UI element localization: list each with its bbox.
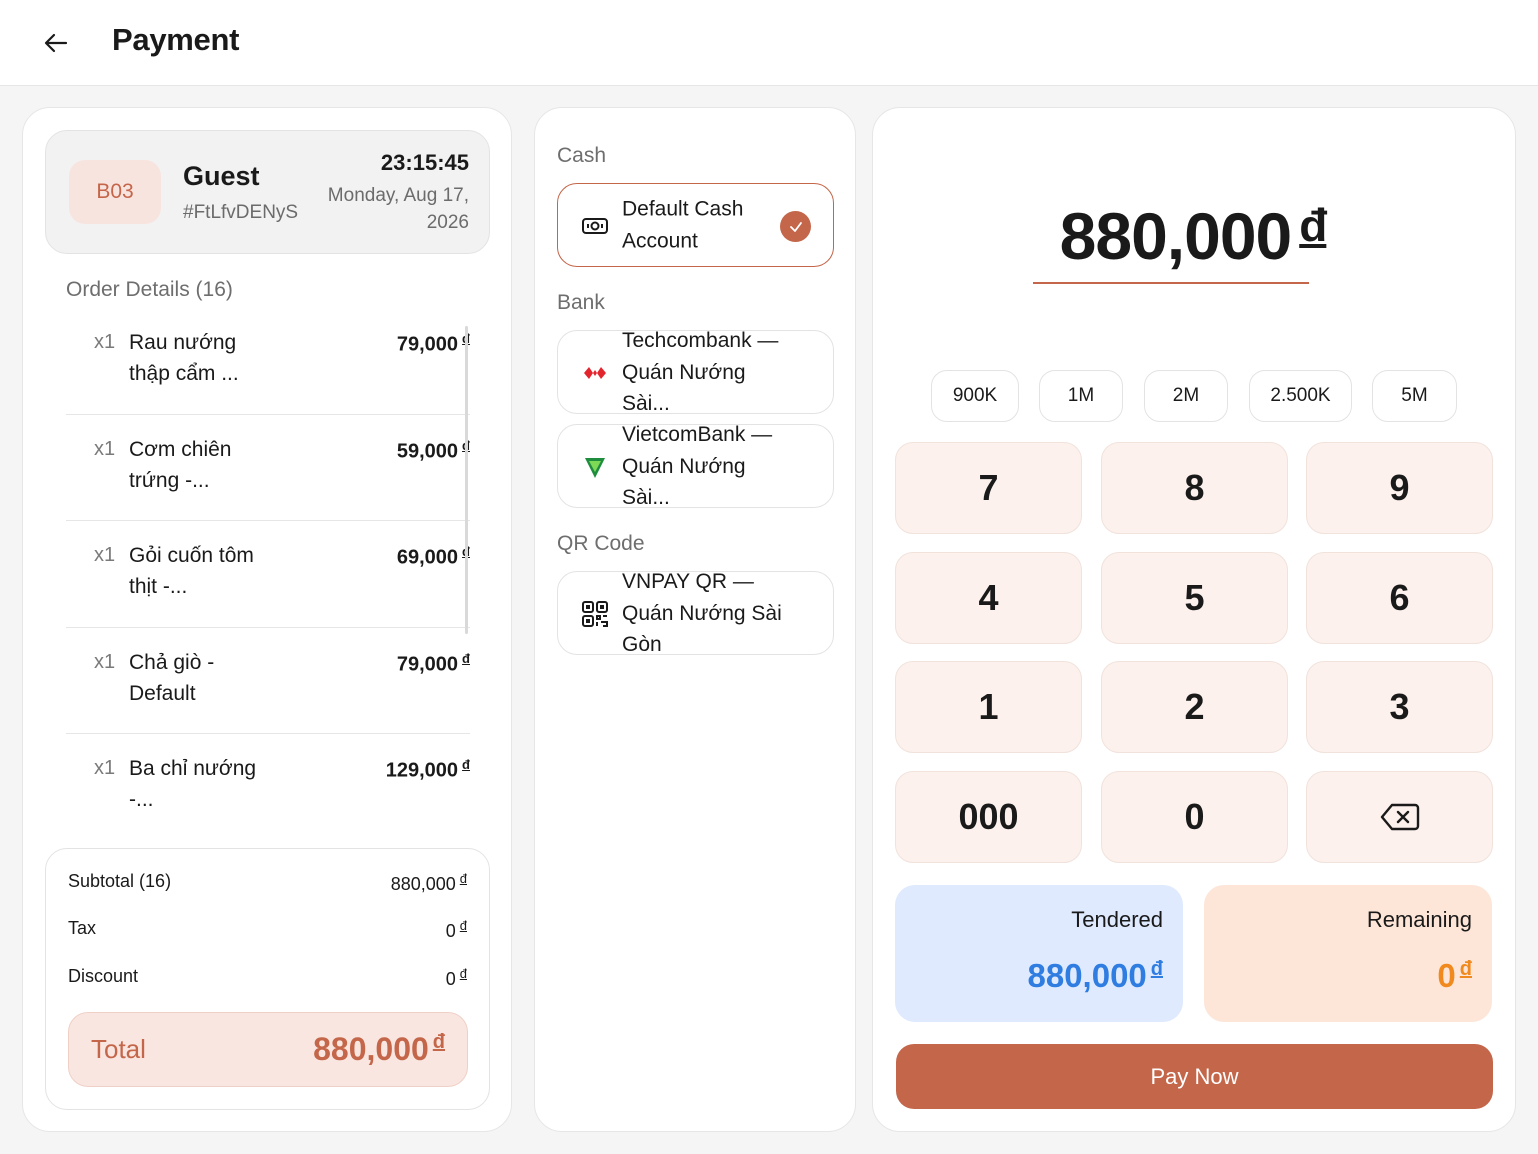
- key-8[interactable]: 8: [1101, 442, 1288, 534]
- check-icon: [780, 211, 811, 242]
- item-name: Gỏi cuốn tôm thịt -...: [129, 544, 254, 598]
- backspace-key[interactable]: [1306, 771, 1493, 863]
- guest-card: B03 Guest #FtLfvDENyS 23:15:45 Monday, A…: [45, 130, 490, 254]
- order-summary: Subtotal (16) 880,000 đ Tax 0đ Discount 0…: [45, 848, 490, 1110]
- keypad-panel: 880,000 đ 900K 1M 2M 2.500K 5M 7 8 9 4 5 …: [872, 107, 1516, 1132]
- total-box: Total 880,000 đ: [68, 1012, 468, 1087]
- item-name: Ba chỉ nướng -...: [129, 757, 257, 811]
- order-details-title: Order Details (16): [66, 278, 233, 301]
- method-default-cash[interactable]: Default Cash Account: [557, 183, 834, 267]
- remaining-value: 0đ: [1437, 957, 1472, 994]
- item-qty: x1: [94, 757, 116, 779]
- total-label: Total: [91, 1034, 146, 1064]
- order-date: Monday, Aug 17, 2026: [327, 185, 469, 233]
- key-6[interactable]: 6: [1306, 552, 1493, 644]
- order-item[interactable]: x1 Ba chỉ nướng -... 129,000 đ: [66, 734, 470, 841]
- tendered-card: Tendered 880,000 đ: [895, 885, 1183, 1022]
- techcombank-logo-icon: [580, 359, 610, 387]
- order-item[interactable]: x1 Gỏi cuốn tôm thịt -... 69,000đ: [66, 521, 470, 628]
- item-price: 59,000đ: [396, 438, 470, 463]
- qr-code-icon: [580, 600, 610, 628]
- item-name: Chả giò - Default: [129, 650, 215, 705]
- guest-id: #FtLfvDENyS: [183, 202, 299, 223]
- key-0[interactable]: 0: [1101, 771, 1288, 863]
- qr-section-label: QR Code: [557, 532, 645, 555]
- key-7[interactable]: 7: [895, 442, 1082, 534]
- amount-underline: [1033, 282, 1309, 284]
- payment-methods-panel: Cash Default Cash Account Bank Techcomba…: [534, 107, 856, 1132]
- method-label: VietcomBank — Quán Nướng Sài...: [622, 422, 773, 509]
- key-1[interactable]: 1: [895, 661, 1082, 753]
- cash-section-label: Cash: [557, 144, 607, 167]
- quick-amount-2m[interactable]: 2M: [1144, 370, 1228, 422]
- backspace-icon: [1380, 803, 1419, 831]
- app-header: Payment: [0, 0, 1538, 86]
- subtotal-value: 880,000 đ: [390, 871, 467, 894]
- tendered-label: Tendered: [1071, 907, 1163, 932]
- discount-value: 0đ: [445, 966, 467, 989]
- key-000[interactable]: 000: [895, 771, 1082, 863]
- quick-amount-1m[interactable]: 1M: [1039, 370, 1123, 422]
- method-vnpay-qr[interactable]: VNPAY QR — Quán Nướng Sài Gòn: [557, 570, 834, 656]
- order-item[interactable]: x1 Rau nướng thập cẩm ... 79,000đ: [66, 308, 470, 415]
- discount-label: Discount: [68, 966, 139, 986]
- tax-value: 0đ: [445, 918, 467, 941]
- quick-amount-900k[interactable]: 900K: [931, 370, 1019, 422]
- table-badge: B03: [69, 160, 161, 224]
- method-label: VNPAY QR — Quán Nướng Sài Gòn: [622, 569, 782, 656]
- order-item[interactable]: x1 Chả giò - Default 79,000 đ: [66, 628, 470, 734]
- item-qty: x1: [94, 331, 116, 353]
- order-time: 23:15:45: [380, 150, 469, 175]
- tax-row: Tax 0đ: [68, 918, 467, 942]
- remaining-card: Remaining 0đ: [1204, 885, 1492, 1022]
- method-label: Default Cash Account: [622, 197, 744, 253]
- method-techcombank[interactable]: Techcombank — Quán Nướng Sài...: [557, 329, 834, 415]
- order-list[interactable]: x1 Rau nướng thập cẩm ... 79,000đ x1 Cơm…: [66, 308, 470, 841]
- order-item[interactable]: x1 Cơm chiên trứng -... 59,000đ: [66, 415, 470, 521]
- quick-amount-2500k[interactable]: 2.500K: [1249, 370, 1352, 422]
- key-4[interactable]: 4: [895, 552, 1082, 644]
- arrow-left-icon: [44, 33, 68, 53]
- item-price: 69,000đ: [396, 544, 470, 569]
- item-price: 79,000đ: [396, 331, 470, 356]
- amount-display: 880,000 đ: [1059, 199, 1328, 273]
- tendered-value: 880,000 đ: [1027, 957, 1163, 994]
- subtotal-label: Subtotal (16): [68, 871, 172, 891]
- item-name: Cơm chiên trứng -...: [129, 437, 232, 492]
- method-label: Techcombank — Quán Nướng Sài...: [622, 328, 779, 415]
- subtotal-row: Subtotal (16) 880,000 đ: [68, 871, 467, 895]
- vietcombank-logo-icon: [580, 453, 610, 481]
- back-button[interactable]: [36, 24, 76, 62]
- bank-section-label: Bank: [557, 291, 605, 314]
- quick-amount-5m[interactable]: 5M: [1372, 370, 1457, 422]
- cash-icon: [580, 212, 610, 240]
- guest-name: Guest: [183, 161, 260, 191]
- total-value: 880,000 đ: [313, 1031, 445, 1067]
- item-qty: x1: [94, 544, 116, 566]
- discount-row: Discount 0đ: [68, 966, 467, 990]
- item-price: 79,000đ: [396, 650, 470, 676]
- key-3[interactable]: 3: [1306, 661, 1493, 753]
- page-title: Payment: [112, 22, 240, 57]
- tax-label: Tax: [68, 918, 97, 938]
- order-list-scrollbar[interactable]: [465, 326, 468, 634]
- remaining-label: Remaining: [1366, 907, 1472, 932]
- method-vietcombank[interactable]: VietcomBank — Quán Nướng Sài...: [557, 423, 834, 509]
- order-panel: B03 Guest #FtLfvDENyS 23:15:45 Monday, A…: [22, 107, 512, 1132]
- item-name: Rau nướng thập cẩm ...: [129, 331, 239, 385]
- pay-now-button[interactable]: Pay Now: [896, 1044, 1493, 1109]
- key-9[interactable]: 9: [1306, 442, 1493, 534]
- item-qty: x1: [94, 437, 116, 460]
- key-5[interactable]: 5: [1101, 552, 1288, 644]
- item-qty: x1: [94, 650, 116, 673]
- key-2[interactable]: 2: [1101, 661, 1288, 753]
- item-price: 129,000 đ: [385, 757, 470, 782]
